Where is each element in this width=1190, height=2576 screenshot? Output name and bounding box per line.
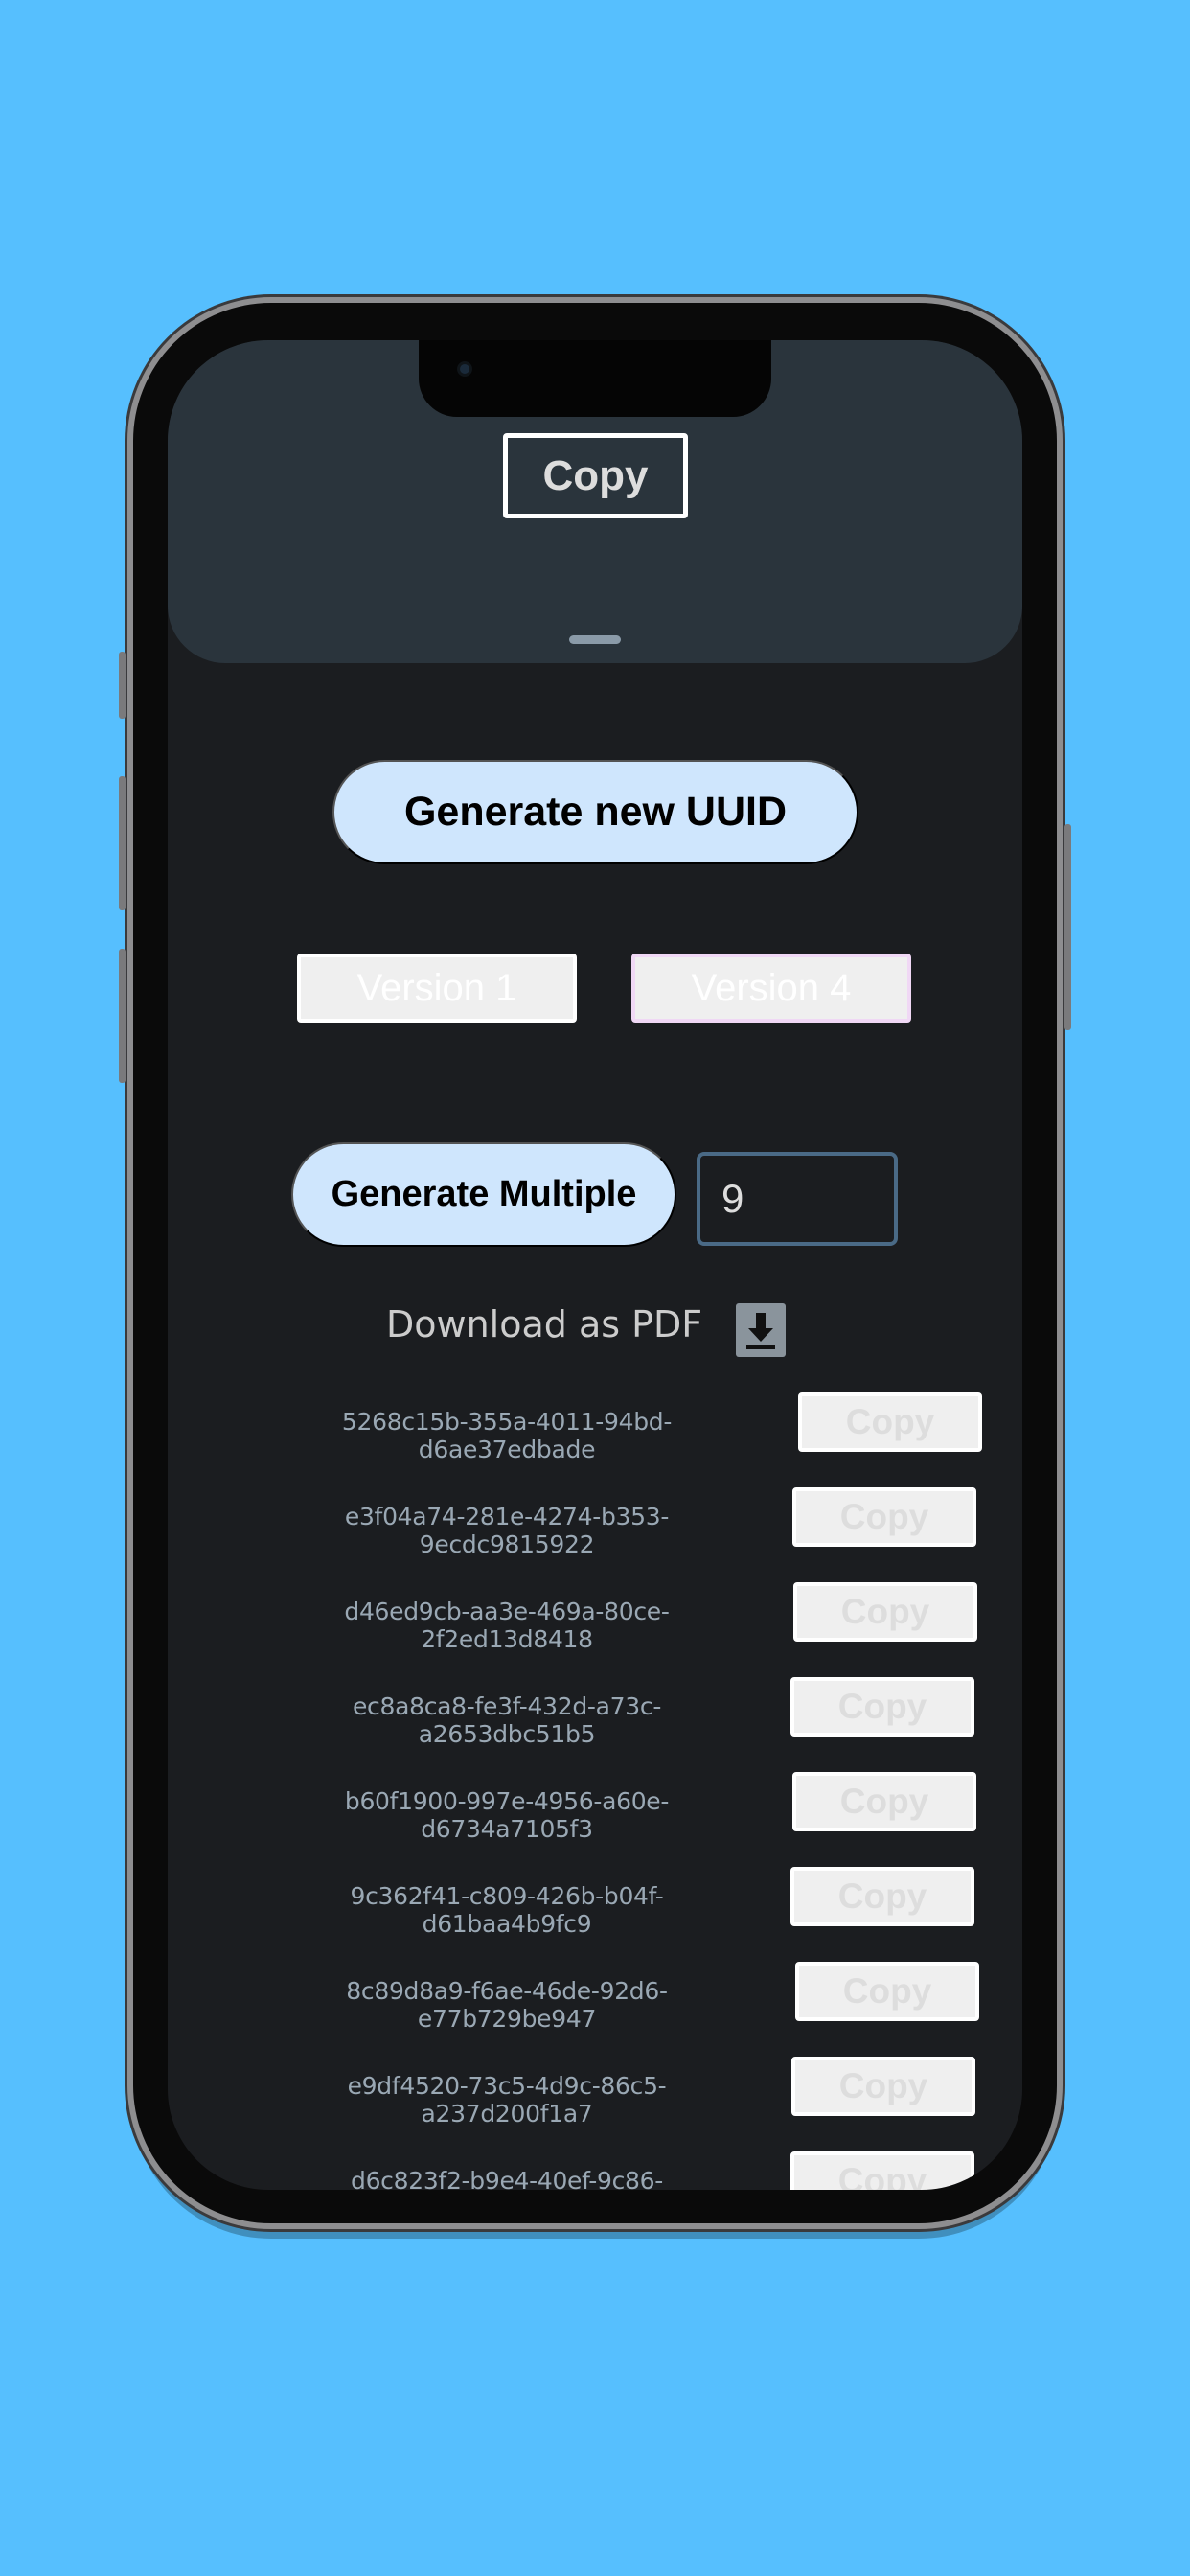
copy-uuid-button[interactable]: Copy bbox=[792, 1487, 976, 1547]
uuid-row: 8c89d8a9-f6ae-46de-92d6-e77b729be947 Copy bbox=[168, 1962, 1022, 2033]
uuid-text: e9df4520-73c5-4d9c-86c5-a237d200f1a7 bbox=[347, 2072, 667, 2128]
camera-icon bbox=[457, 361, 472, 377]
uuid-row: e3f04a74-281e-4274-b353-9ecdc9815922 Copy bbox=[168, 1487, 1022, 1558]
notch bbox=[419, 340, 771, 417]
copy-uuid-button[interactable]: Copy bbox=[790, 1867, 974, 1926]
uuid-text: 5268c15b-355a-4011-94bd-d6ae37edbade bbox=[341, 1408, 673, 1463]
uuid-row: b60f1900-997e-4956-a60e-d6734a7105f3 Copy bbox=[168, 1772, 1022, 1843]
generate-multiple-button[interactable]: Generate Multiple bbox=[291, 1142, 676, 1247]
copy-uuid-button[interactable]: Copy bbox=[798, 1392, 982, 1452]
uuid-row: 9c362f41-c809-426b-b04f-d61baa4b9fc9 Copy bbox=[168, 1867, 1022, 1938]
side-button-power bbox=[1064, 824, 1071, 1030]
download-icon[interactable] bbox=[736, 1303, 786, 1357]
uuid-row: d6c823f2-b9e4-40ef-9c86-d05ed343deaf Copy bbox=[168, 2151, 1022, 2190]
uuid-row: e9df4520-73c5-4d9c-86c5-a237d200f1a7 Copy bbox=[168, 2057, 1022, 2128]
uuid-text: ec8a8ca8-fe3f-432d-a73c-a2653dbc51b5 bbox=[352, 1692, 662, 1748]
copy-uuid-button[interactable]: Copy bbox=[790, 2151, 974, 2190]
generate-uuid-button[interactable]: Generate new UUID bbox=[332, 760, 858, 864]
sheet-copy-button[interactable]: Copy bbox=[503, 433, 688, 518]
side-button-mute bbox=[119, 652, 126, 719]
version-4-button[interactable]: Version 4 bbox=[631, 954, 911, 1023]
download-pdf-link[interactable]: Download as PDF bbox=[386, 1303, 702, 1346]
version-1-button[interactable]: Version 1 bbox=[297, 954, 577, 1023]
copy-uuid-button[interactable]: Copy bbox=[791, 2057, 975, 2116]
app-screen: Copy Generate new UUID Version 1 Version… bbox=[168, 340, 1022, 2190]
copy-uuid-button[interactable]: Copy bbox=[792, 1772, 976, 1831]
copy-uuid-button[interactable]: Copy bbox=[793, 1582, 977, 1642]
uuid-text: b60f1900-997e-4956-a60e-d6734a7105f3 bbox=[344, 1787, 670, 1843]
copy-uuid-button[interactable]: Copy bbox=[795, 1962, 979, 2021]
copy-uuid-button[interactable]: Copy bbox=[790, 1677, 974, 1736]
uuid-row: d46ed9cb-aa3e-469a-80ce-2f2ed13d8418 Copy bbox=[168, 1582, 1022, 1653]
uuid-row: 5268c15b-355a-4011-94bd-d6ae37edbade Copy bbox=[168, 1392, 1022, 1463]
uuid-text: 9c362f41-c809-426b-b04f-d61baa4b9fc9 bbox=[350, 1882, 664, 1938]
uuid-text: 8c89d8a9-f6ae-46de-92d6-e77b729be947 bbox=[346, 1977, 668, 2033]
uuid-text: d6c823f2-b9e4-40ef-9c86-d05ed343deaf bbox=[351, 2167, 663, 2190]
uuid-text: d46ed9cb-aa3e-469a-80ce-2f2ed13d8418 bbox=[344, 1598, 670, 1653]
uuid-text: e3f04a74-281e-4274-b353-9ecdc9815922 bbox=[344, 1503, 670, 1558]
side-button-volume-down bbox=[119, 949, 126, 1083]
sheet-drag-handle[interactable] bbox=[569, 635, 621, 644]
side-button-volume-up bbox=[119, 776, 126, 910]
uuid-row: ec8a8ca8-fe3f-432d-a73c-a2653dbc51b5 Copy bbox=[168, 1677, 1022, 1748]
count-input[interactable] bbox=[697, 1152, 898, 1246]
